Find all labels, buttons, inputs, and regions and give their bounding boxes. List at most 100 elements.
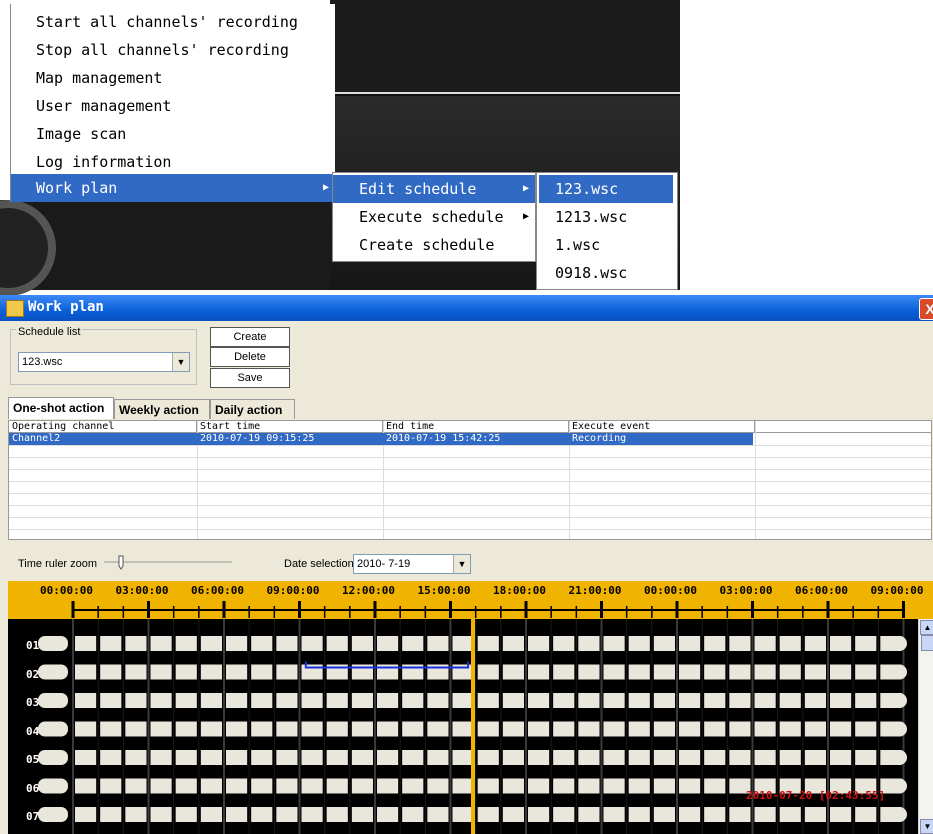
date-selection-picker[interactable]: 2010- 7-19 ▼: [353, 554, 471, 574]
timeline-cell[interactable]: [729, 721, 751, 737]
timeline-cell[interactable]: [704, 664, 726, 680]
timeline-cell[interactable]: [75, 750, 97, 765]
column-header-end-time[interactable]: End time: [383, 421, 569, 433]
timeline-cell[interactable]: [502, 664, 524, 680]
timeline-cell[interactable]: [578, 636, 600, 651]
timeline-cell[interactable]: [804, 693, 826, 708]
timeline-cell[interactable]: [175, 664, 197, 680]
timeline-cell[interactable]: [226, 807, 248, 822]
timeline-cell[interactable]: [553, 664, 575, 680]
timeline-cell[interactable]: [276, 807, 298, 822]
timeline-cell[interactable]: [704, 778, 726, 794]
timeline-cell[interactable]: [628, 721, 650, 737]
timeline-cell[interactable]: [830, 636, 852, 651]
timeline-cell[interactable]: [603, 721, 625, 737]
timeline-cell[interactable]: [502, 693, 524, 708]
timeline-cell[interactable]: [427, 721, 449, 737]
timeline-cell[interactable]: [251, 721, 273, 737]
timeline-cell[interactable]: [226, 693, 248, 708]
slider-thumb[interactable]: [118, 555, 124, 570]
timeline-cell[interactable]: [351, 636, 373, 651]
timeline-cell[interactable]: [150, 693, 172, 708]
timeline-cell[interactable]: [351, 750, 373, 765]
timeline-cell[interactable]: [653, 693, 675, 708]
timeline-cell[interactable]: [704, 636, 726, 651]
timeline-cell[interactable]: [276, 778, 298, 794]
timeline-cell[interactable]: [804, 721, 826, 737]
timeline-cell[interactable]: [452, 693, 474, 708]
timeline-cell[interactable]: [75, 721, 97, 737]
timeline-cell[interactable]: [804, 664, 826, 680]
timeline-cell[interactable]: [830, 664, 852, 680]
timeline-cell[interactable]: [553, 721, 575, 737]
timeline-cell[interactable]: [326, 693, 348, 708]
timeline-cell[interactable]: [427, 750, 449, 765]
menu-item-start-recording[interactable]: Start all channels' recording: [11, 8, 335, 36]
timeline-cell[interactable]: [779, 807, 801, 822]
timeline-cell[interactable]: [75, 778, 97, 794]
timeline-cell[interactable]: [804, 750, 826, 765]
timeline-cell[interactable]: [226, 664, 248, 680]
timeline-cell[interactable]: [830, 693, 852, 708]
timeline-cell[interactable]: [301, 750, 323, 765]
timeline-cell[interactable]: [754, 721, 776, 737]
timeline-cell[interactable]: [377, 721, 399, 737]
timeline-cell[interactable]: [754, 664, 776, 680]
table-row[interactable]: [9, 433, 753, 445]
timeline-cell[interactable]: [175, 721, 197, 737]
timeline-cell[interactable]: [679, 721, 701, 737]
timeline-cell[interactable]: [779, 693, 801, 708]
timeline-cell[interactable]: [653, 750, 675, 765]
timeline-cell[interactable]: [477, 636, 499, 651]
timeline-cell[interactable]: [150, 636, 172, 651]
timeline-cell[interactable]: [679, 807, 701, 822]
timeline-cell[interactable]: [578, 693, 600, 708]
timeline-cell[interactable]: [427, 693, 449, 708]
timeline-cell[interactable]: [729, 807, 751, 822]
timeline-cell[interactable]: [427, 807, 449, 822]
timeline-cell[interactable]: [653, 778, 675, 794]
timeline-cell[interactable]: [175, 636, 197, 651]
timeline-cell[interactable]: [100, 750, 122, 765]
timeline-cell[interactable]: [351, 807, 373, 822]
timeline-cell[interactable]: [226, 750, 248, 765]
chevron-down-icon[interactable]: ▼: [453, 555, 470, 573]
timeline-cell[interactable]: [75, 693, 97, 708]
timeline-cell[interactable]: [628, 636, 650, 651]
timeline-cell[interactable]: [402, 636, 424, 651]
tab-daily-action[interactable]: Daily action: [210, 399, 295, 419]
timeline-cell[interactable]: [276, 693, 298, 708]
timeline-cell[interactable]: [477, 807, 499, 822]
timeline-cell[interactable]: [528, 664, 550, 680]
timeline-cell[interactable]: [226, 636, 248, 651]
timeline-cell[interactable]: [855, 693, 877, 708]
timeline-cell[interactable]: [477, 664, 499, 680]
timeline-cell[interactable]: [75, 636, 97, 651]
menu-item-user-management[interactable]: User management: [11, 92, 335, 120]
timeline-cell[interactable]: [855, 664, 877, 680]
timeline-cell[interactable]: [452, 807, 474, 822]
timeline-cell[interactable]: [276, 750, 298, 765]
timeline-cell[interactable]: [226, 721, 248, 737]
timeline-cell[interactable]: [125, 693, 147, 708]
timeline-cell[interactable]: [200, 636, 222, 651]
timeline-cell[interactable]: [175, 778, 197, 794]
timeline-cell[interactable]: [830, 807, 852, 822]
timeline-cell[interactable]: [502, 721, 524, 737]
timeline-cell[interactable]: [679, 778, 701, 794]
timeline-cell[interactable]: [628, 693, 650, 708]
timeline-cell[interactable]: [125, 750, 147, 765]
timeline-cell[interactable]: [603, 664, 625, 680]
timeline-cell[interactable]: [301, 693, 323, 708]
timeline-cell[interactable]: [729, 693, 751, 708]
timeline-cell[interactable]: [477, 721, 499, 737]
timeline-cell[interactable]: [351, 778, 373, 794]
timeline-cell[interactable]: [125, 778, 147, 794]
timeline-cell[interactable]: [226, 778, 248, 794]
timeline-cell[interactable]: [779, 750, 801, 765]
timeline-cell[interactable]: [276, 664, 298, 680]
timeline-cell[interactable]: [452, 721, 474, 737]
timeline-cell[interactable]: [100, 778, 122, 794]
timeline-cell[interactable]: [200, 778, 222, 794]
timeline-cell[interactable]: [150, 778, 172, 794]
